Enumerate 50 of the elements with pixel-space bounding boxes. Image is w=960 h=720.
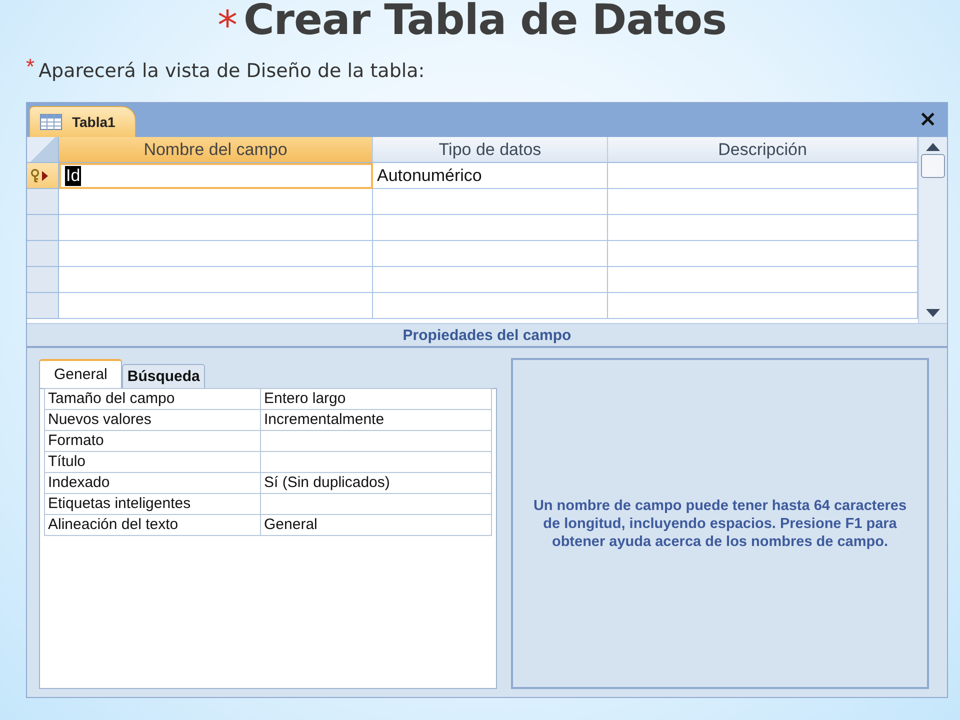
table-cell[interactable] [59, 293, 373, 319]
column-header[interactable]: Tipo de datos [373, 137, 608, 163]
table-cell[interactable] [608, 215, 918, 241]
table-cell[interactable] [373, 293, 608, 319]
table-cell[interactable] [608, 163, 918, 189]
property-tab[interactable]: Búsqueda [122, 364, 205, 388]
close-button[interactable]: × [908, 109, 947, 131]
property-value[interactable]: Incrementalmente [261, 410, 491, 431]
vertical-scrollbar[interactable] [918, 137, 947, 323]
scroll-thumb[interactable] [921, 154, 945, 178]
table-cell[interactable] [59, 215, 373, 241]
key-icon [30, 168, 40, 182]
bullet-asterisk: * [26, 56, 35, 78]
current-row-icon [42, 170, 48, 180]
table-cell[interactable] [373, 241, 608, 267]
table-cell[interactable] [608, 267, 918, 293]
table-cell[interactable] [59, 241, 373, 267]
property-label: Título [45, 452, 261, 473]
scroll-up-icon[interactable] [926, 143, 940, 151]
table-icon [40, 114, 62, 130]
table-cell[interactable] [373, 267, 608, 293]
table-cell[interactable] [59, 189, 373, 215]
table-cell[interactable]: Autonumérico [373, 163, 608, 189]
property-label: Indexado [45, 473, 261, 494]
slide-title: Crear Tabla de Datos [243, 0, 726, 46]
table-cell[interactable] [373, 215, 608, 241]
table-cell[interactable]: Id [59, 163, 373, 189]
document-tab[interactable]: Tabla1 [29, 106, 136, 137]
column-header[interactable]: Descripción [608, 137, 918, 163]
property-label: Etiquetas inteligentes [45, 494, 261, 515]
table-cell[interactable] [608, 293, 918, 319]
section-title: Propiedades del campo [402, 326, 572, 344]
help-text: Un nombre de campo puede tener hasta 64 caracteres de longitud, incluyendo espacios. Presione F1 para obtener ayuda acerca de los nombres de campo. [532, 496, 908, 550]
bullet-text: Aparecerá la vista de Diseño de la tabla: [38, 60, 425, 82]
property-tab[interactable]: General [39, 359, 122, 388]
scroll-down-icon[interactable] [926, 309, 940, 317]
table-cell[interactable] [59, 267, 373, 293]
property-value[interactable]: Sí (Sin duplicados) [261, 473, 491, 494]
property-label: Nuevos valores [45, 410, 261, 431]
column-header[interactable]: Nombre del campo [59, 137, 373, 163]
property-value[interactable]: General [261, 515, 491, 536]
title-asterisk: * [217, 6, 238, 46]
property-label: Tamaño del campo [45, 389, 261, 410]
property-value[interactable]: Entero largo [261, 389, 491, 410]
property-label: Alineación del texto [45, 515, 261, 536]
row-selector[interactable] [27, 163, 59, 189]
table-cell[interactable] [373, 189, 608, 215]
table-cell[interactable] [608, 241, 918, 267]
property-label: Formato [45, 431, 261, 452]
table-cell[interactable] [608, 189, 918, 215]
